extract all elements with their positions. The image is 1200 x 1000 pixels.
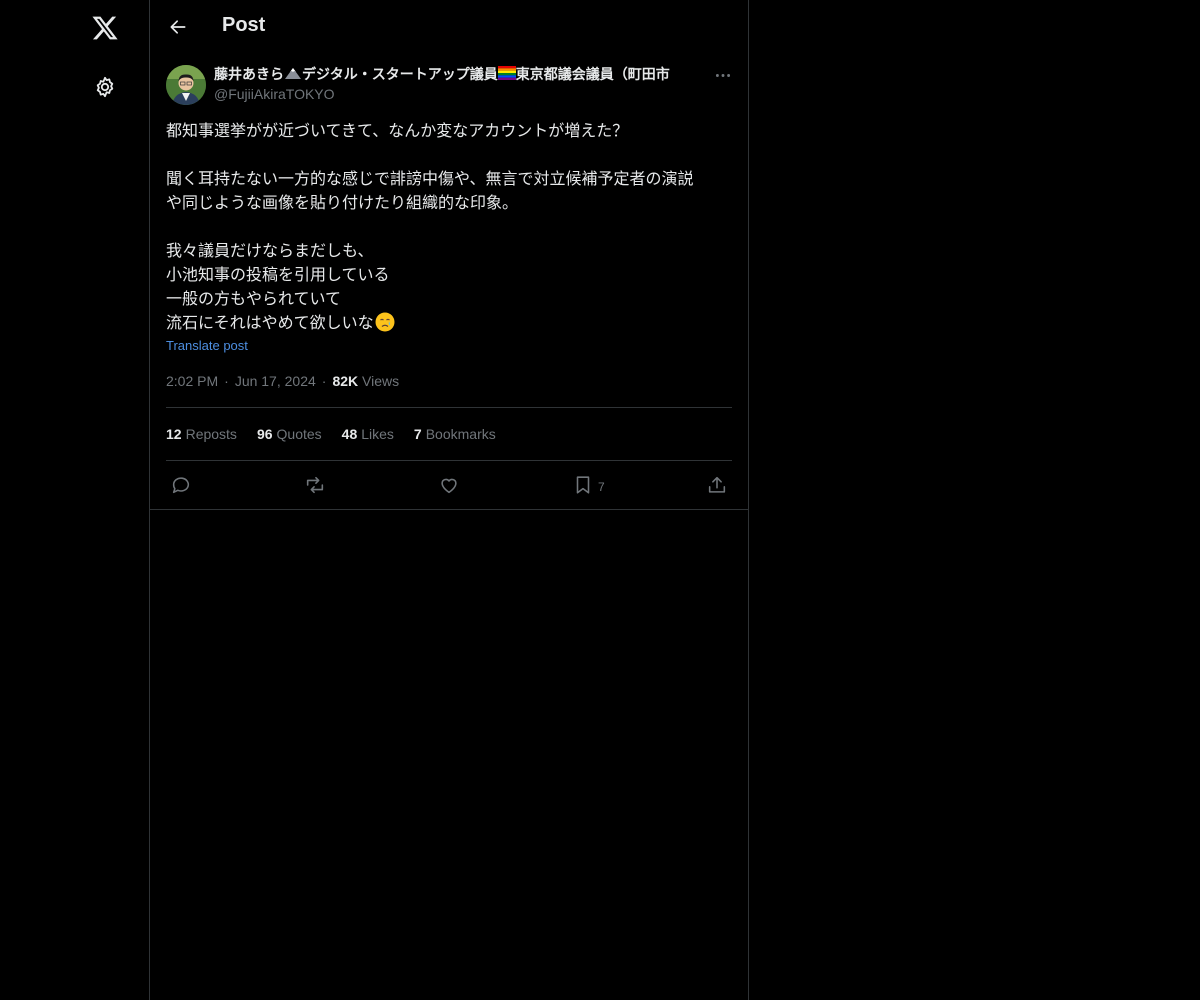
stat-count: 7: [413, 426, 422, 442]
reposts-stat[interactable]: 12 Reposts: [166, 426, 237, 442]
x-logo-icon[interactable]: [87, 10, 123, 46]
divider: [166, 407, 732, 408]
share-icon: [708, 476, 726, 493]
post-time[interactable]: 2:02 PM: [166, 373, 218, 389]
reply-button[interactable]: [170, 470, 192, 500]
more-icon: [715, 73, 731, 77]
bookmarks-stat[interactable]: 7 Bookmarks: [414, 426, 496, 442]
heart-icon: [441, 478, 457, 494]
stat-label: Likes: [361, 426, 394, 442]
post-meta: 2:02 PM · Jun 17, 2024 · 82K Views: [166, 373, 399, 389]
quotes-stat[interactable]: 96 Quotes: [257, 426, 322, 442]
views-count: 82K: [332, 373, 359, 389]
post-line: 我々議員だけならまだしも、: [166, 241, 374, 260]
author-name[interactable]: 藤井あきら デジタル・スタートアップ議員 東京都議会議員（町田市: [214, 64, 714, 86]
page-title: Post: [222, 14, 266, 36]
reply-icon: [172, 477, 190, 494]
author-handle[interactable]: @FujiiAkiraTOKYO: [214, 86, 335, 102]
views-label: Views: [362, 373, 400, 389]
separator-dot: ·: [224, 373, 229, 389]
stat-count: 96: [256, 426, 273, 442]
translate-post-link[interactable]: Translate post: [166, 338, 248, 353]
author-name-part: 東京都議会議員（町田市: [515, 67, 670, 83]
post-line: 小池知事の投稿を引用している: [166, 265, 390, 284]
post-line: 都知事選挙がが近づいてきて、なんか変なアカウントが増えた？: [166, 121, 629, 140]
author-name-part: デジタル・スタートアップ議員: [302, 67, 498, 83]
avatar[interactable]: [166, 65, 206, 105]
bookmark-count: 7: [598, 480, 605, 494]
left-nav: [0, 0, 149, 1000]
separator-dot: ·: [321, 373, 327, 389]
crying-face-emoji-icon: [375, 312, 395, 332]
stat-count: 48: [341, 426, 358, 442]
repost-button[interactable]: [304, 470, 326, 500]
back-button[interactable]: [162, 11, 194, 43]
post-header: Post: [150, 0, 748, 53]
author-name-part: 藤井あきら: [214, 67, 284, 83]
post-line: 一般の方もやられていて: [166, 289, 342, 308]
stat-label: Bookmarks: [425, 426, 496, 442]
post-date[interactable]: Jun 17, 2024: [235, 373, 316, 389]
post-text: 都知事選挙がが近づいてきて、なんか変なアカウントが増えた？ 聞く耳持たない一方的…: [166, 119, 736, 335]
bookmark-icon: [576, 476, 590, 494]
divider: [150, 509, 748, 510]
bookmark-button[interactable]: 7: [572, 470, 605, 500]
post-blank-line: [166, 143, 736, 167]
arrow-left-icon: [170, 20, 186, 34]
post-blank-line: [166, 215, 736, 239]
like-button[interactable]: [438, 470, 460, 500]
post-line: 流石にそれはやめて欲しいな: [166, 313, 374, 332]
action-bar: 7: [166, 470, 732, 500]
gear-icon[interactable]: [89, 71, 121, 103]
share-button[interactable]: [706, 470, 728, 500]
post-line: や同じような画像を貼り付けたり組織的な印象。: [166, 193, 519, 212]
mountain-emoji-icon: [285, 68, 301, 79]
stat-label: Reposts: [185, 426, 237, 442]
engagement-stats: 12 Reposts 96 Quotes 48 Likes 7 Bookmarks: [166, 426, 516, 442]
rainbow-flag-icon: [497, 66, 516, 80]
stat-label: Quotes: [276, 426, 322, 442]
repost-icon: [306, 476, 324, 494]
more-options-button[interactable]: [710, 64, 736, 86]
divider: [166, 460, 732, 461]
post-line-last: 流石にそれはやめて欲しいな: [166, 311, 736, 335]
stat-count: 12: [166, 426, 182, 442]
post-column: Post 藤井あきら デジタル・スタートアップ議員 東京都議会議員（町田市 @Fuj…: [149, 0, 749, 1000]
post-line: 聞く耳持たない一方的な感じで誹謗中傷や、無言で対立候補予定者の演説: [166, 169, 694, 188]
likes-stat[interactable]: 48 Likes: [342, 426, 394, 442]
